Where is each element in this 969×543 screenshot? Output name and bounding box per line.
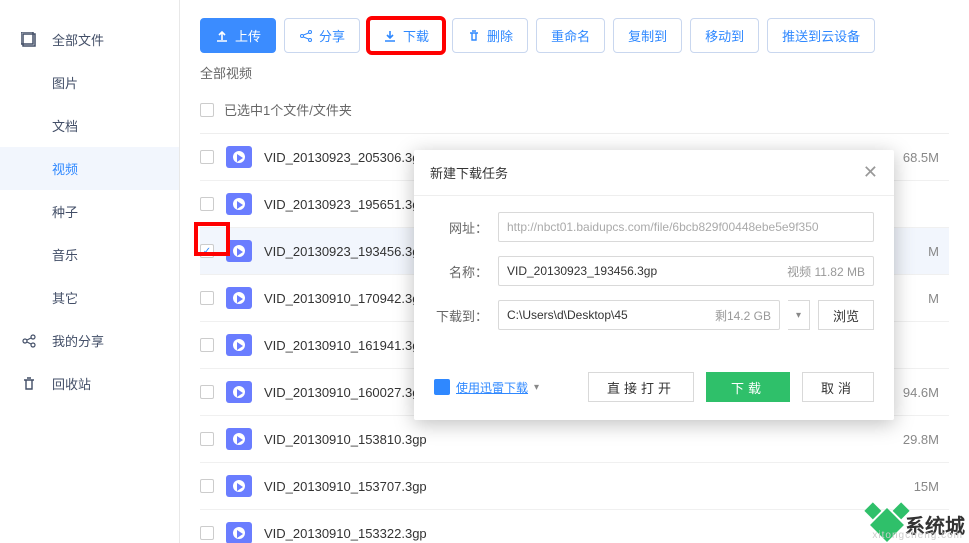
sidebar-item-label: 种子 (52, 202, 78, 221)
file-checkbox[interactable] (200, 291, 214, 305)
sidebar-item-music[interactable]: 音乐 (0, 233, 179, 276)
moveto-label: 移动到 (705, 26, 744, 45)
saveto-dropdown[interactable]: ▾ (788, 300, 810, 330)
video-file-icon (226, 428, 252, 450)
file-checkbox[interactable] (200, 385, 214, 399)
file-row[interactable]: VID_20130910_153707.3gp15M (200, 463, 949, 510)
file-name: VID_20130910_153810.3gp (264, 432, 903, 447)
sidebar-item-videos[interactable]: 视频 (0, 147, 179, 190)
dialog-header: 新建下载任务 ✕ (414, 150, 894, 196)
dialog-download-button[interactable]: 下载 (706, 372, 790, 402)
delete-icon (467, 29, 481, 43)
share-small-icon (299, 29, 313, 43)
video-file-icon (226, 146, 252, 168)
select-all-checkbox[interactable] (200, 103, 214, 117)
cancel-button[interactable]: 取消 (802, 372, 874, 402)
select-all-row: 已选中1个文件/文件夹 (200, 94, 949, 134)
download-icon (383, 29, 397, 43)
sidebar-item-label: 其它 (52, 288, 78, 307)
video-file-icon (226, 522, 252, 543)
sidebar-item-my-shares[interactable]: 我的分享 (0, 319, 179, 362)
close-icon[interactable]: ✕ (863, 162, 878, 183)
sidebar-item-label: 回收站 (52, 374, 91, 393)
file-name: VID_20130910_153322.3gp (264, 526, 939, 541)
sidebar-item-label: 图片 (52, 73, 78, 92)
sidebar-item-images[interactable]: 图片 (0, 61, 179, 104)
file-size: 94.6M (903, 385, 939, 400)
sidebar-item-label: 全部文件 (52, 30, 104, 49)
breadcrumb[interactable]: 全部视频 (200, 63, 949, 82)
sidebar-item-label: 我的分享 (52, 331, 104, 350)
push-device-label: 推送到云设备 (782, 26, 860, 45)
file-size: 68.5M (903, 150, 939, 165)
name-input[interactable]: VID_20130923_193456.3gp 视频 11.82 MB (498, 256, 874, 286)
copyto-button[interactable]: 复制到 (613, 18, 682, 53)
file-size: 29.8M (903, 432, 939, 447)
upload-button[interactable]: 上传 (200, 18, 276, 53)
file-checkbox[interactable] (200, 432, 214, 446)
file-checkbox[interactable] (200, 338, 214, 352)
download-task-dialog: 新建下载任务 ✕ 网址： http://nbct01.baidupcs.com/… (414, 150, 894, 420)
sidebar-item-other[interactable]: 其它 (0, 276, 179, 319)
rename-label: 重命名 (551, 26, 590, 45)
upload-label: 上传 (235, 26, 261, 45)
download-label: 下载 (403, 26, 429, 45)
url-input[interactable]: http://nbct01.baidupcs.com/file/6bcb829f… (498, 212, 874, 242)
open-directly-button[interactable]: 直接打开 (588, 372, 694, 402)
sidebar-item-torrents[interactable]: 种子 (0, 190, 179, 233)
video-file-icon (226, 240, 252, 262)
file-checkbox[interactable]: ✓ (200, 244, 214, 258)
video-file-icon (226, 287, 252, 309)
browse-button[interactable]: 浏览 (818, 300, 874, 330)
sidebar-item-label: 音乐 (52, 245, 78, 264)
dialog-title: 新建下载任务 (430, 163, 508, 182)
share-button[interactable]: 分享 (284, 18, 360, 53)
saveto-input[interactable]: C:\Users\d\Desktop\45 剩14.2 GB (498, 300, 780, 330)
sidebar: 全部文件 图片 文档 视频 种子 音乐 其它 我的分享 (0, 0, 180, 543)
sidebar-item-docs[interactable]: 文档 (0, 104, 179, 147)
rename-button[interactable]: 重命名 (536, 18, 605, 53)
upload-icon (215, 29, 229, 43)
file-name: VID_20130910_153707.3gp (264, 479, 914, 494)
file-size: M (928, 244, 939, 259)
file-checkbox[interactable] (200, 197, 214, 211)
url-label: 网址： (434, 218, 488, 237)
share-icon (20, 332, 38, 350)
sidebar-item-label: 视频 (52, 159, 78, 178)
selection-text: 已选中1个文件/文件夹 (224, 100, 352, 119)
file-row[interactable]: VID_20130910_153810.3gp29.8M (200, 416, 949, 463)
file-checkbox[interactable] (200, 479, 214, 493)
toolbar: 上传 分享 下载 删除 重命名 (200, 18, 949, 53)
copyto-label: 复制到 (628, 26, 667, 45)
video-file-icon (226, 475, 252, 497)
file-checkbox[interactable] (200, 150, 214, 164)
share-label: 分享 (319, 26, 345, 45)
sidebar-item-trash[interactable]: 回收站 (0, 362, 179, 405)
delete-button[interactable]: 删除 (452, 18, 528, 53)
files-icon (20, 31, 38, 49)
thunder-link[interactable]: 使用迅雷下载 ▾ (434, 379, 539, 396)
push-device-button[interactable]: 推送到云设备 (767, 18, 875, 53)
watermark-url: xitongcheng.com (872, 530, 963, 541)
video-file-icon (226, 193, 252, 215)
file-size: M (928, 291, 939, 306)
saveto-label: 下载到： (434, 306, 488, 325)
video-file-icon (226, 334, 252, 356)
file-size: 15M (914, 479, 939, 494)
sidebar-item-all-files[interactable]: 全部文件 (0, 18, 179, 61)
file-checkbox[interactable] (200, 526, 214, 540)
video-file-icon (226, 381, 252, 403)
name-label: 名称： (434, 262, 488, 281)
thunder-icon (434, 379, 450, 395)
sidebar-item-label: 文档 (52, 116, 78, 135)
moveto-button[interactable]: 移动到 (690, 18, 759, 53)
download-button[interactable]: 下载 (368, 18, 444, 53)
file-row[interactable]: VID_20130910_153322.3gp (200, 510, 949, 543)
trash-icon (20, 375, 38, 393)
delete-label: 删除 (487, 26, 513, 45)
chevron-down-icon: ▾ (534, 382, 539, 393)
